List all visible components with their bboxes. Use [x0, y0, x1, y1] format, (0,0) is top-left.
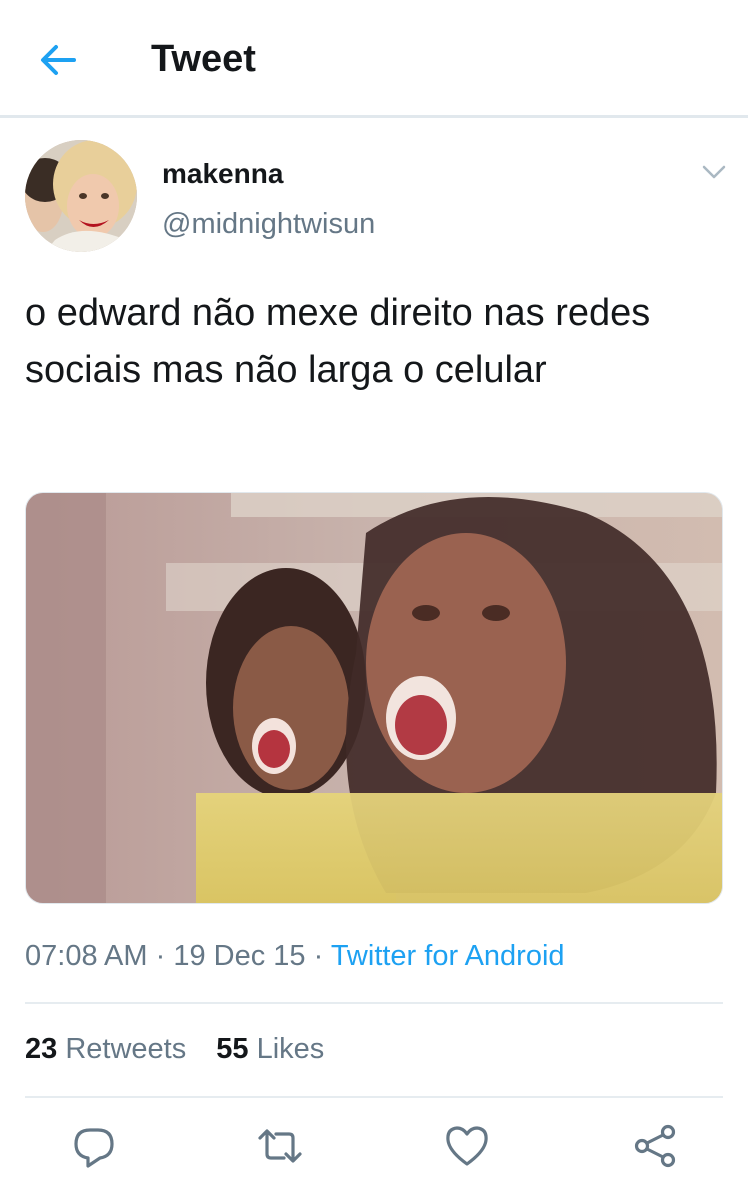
author-name[interactable]: makenna: [162, 158, 283, 190]
retweet-icon: [258, 1129, 302, 1163]
chevron-down-icon: [702, 165, 726, 179]
page-title: Tweet: [151, 38, 256, 80]
tweet-actions: [0, 1120, 748, 1176]
retweets-label: Retweets: [65, 1033, 187, 1065]
tweet-text: o edward não mexe direito nas redes soci…: [25, 292, 651, 391]
tweet-date: 19 Dec 15: [173, 940, 306, 972]
arrow-left-icon: [41, 45, 76, 75]
tweet-time: 07:08 AM: [25, 940, 148, 972]
top-app-bar: Tweet: [0, 0, 748, 118]
meta-separator: ·: [313, 940, 324, 972]
tweet-meta: 07:08 AM · 19 Dec 15 · Twitter for Andro…: [25, 940, 565, 973]
back-button[interactable]: [36, 40, 80, 80]
author-handle[interactable]: @midnightwisun: [162, 208, 375, 241]
retweets-stat[interactable]: 23 Retweets: [25, 1033, 186, 1065]
tweet-stats: 23 Retweets 55 Likes: [25, 1033, 346, 1066]
likes-count: 55: [216, 1033, 249, 1065]
heart-icon: [446, 1126, 488, 1166]
retweets-count: 23: [25, 1033, 58, 1065]
like-button[interactable]: [441, 1120, 493, 1172]
share-icon: [634, 1124, 676, 1168]
avatar[interactable]: [25, 140, 137, 252]
retweet-button[interactable]: [254, 1120, 306, 1172]
tweet-source-link[interactable]: Twitter for Android: [331, 940, 565, 972]
share-button[interactable]: [630, 1120, 682, 1172]
divider: [25, 1002, 723, 1004]
reply-button[interactable]: [68, 1120, 120, 1172]
tweet-image[interactable]: [25, 492, 723, 904]
more-options-button[interactable]: [700, 162, 728, 182]
divider: [25, 1096, 723, 1098]
likes-stat[interactable]: 55 Likes: [216, 1033, 324, 1065]
reply-icon: [74, 1128, 114, 1168]
likes-label: Likes: [256, 1033, 325, 1065]
meta-separator: ·: [155, 940, 166, 972]
